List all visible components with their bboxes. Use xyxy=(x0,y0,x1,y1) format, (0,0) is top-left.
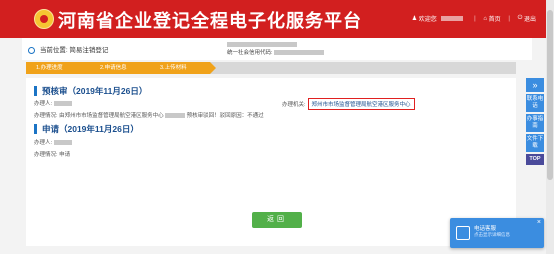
breadcrumb-text: 当前位置: 简易注销登记 xyxy=(39,47,109,54)
office-name-highlight: 郑州市市场监督管理局航空港区服务中心 xyxy=(307,98,415,110)
close-icon[interactable]: × xyxy=(537,219,541,226)
section-precheck-title: 预核审（2019年11月26日） xyxy=(34,86,147,96)
emblem-logo-icon xyxy=(34,9,54,29)
step-bar: 1.办理进度 2.申请信息 3.上传材料 xyxy=(26,62,516,74)
power-icon[interactable]: ⏻ xyxy=(518,15,523,22)
handler-masked xyxy=(53,101,72,107)
section-apply-title: 申请（2019年11月26日） xyxy=(34,124,139,134)
step-application-info[interactable]: 2.申请信息 xyxy=(86,62,158,74)
step-progress[interactable]: 1.办理进度 xyxy=(26,62,94,74)
section-apply-status: 办理情况: 申请 xyxy=(34,152,71,158)
breadcrumb: 当前位置: 简易注销登记 xyxy=(28,44,108,54)
officer-masked xyxy=(165,113,186,119)
office-info: 办理机关: 郑州市市场监督管理局航空港区服务中心 xyxy=(282,98,415,110)
handler-masked xyxy=(53,140,72,146)
progress-card: 预核审（2019年11月26日） 办理人: 办理机关: 郑州市市场监督管理局航空港… xyxy=(26,78,516,246)
welcome-text: 欢迎您 xyxy=(418,17,437,23)
section-apply-handler: 办理人: xyxy=(34,138,72,146)
section-precheck-status: 办理情况: 由郑州市市场监督管理局航空港区服务中心 预核审驳回！驳回原因：不通过 xyxy=(34,113,264,119)
credit-code-label: 统一社会信用代码: xyxy=(227,50,273,56)
page-scrollbar[interactable] xyxy=(546,0,554,254)
logout-link[interactable]: 退出 xyxy=(524,14,536,23)
user-icon: ♟ xyxy=(411,16,418,22)
popup-title: 电话客服 xyxy=(474,226,497,232)
header: 河南省企业登记全程电子化服务平台 ♟ 欢迎您 | ⌂ 首页 | ⏻ 退出 xyxy=(0,0,554,38)
return-button[interactable]: 返回 xyxy=(252,212,302,228)
guide-button[interactable]: 办事指南 xyxy=(526,114,544,132)
credit-code-masked xyxy=(274,50,325,56)
file-download-button[interactable]: 文件下载 xyxy=(526,134,544,152)
home-link[interactable]: 首页 xyxy=(489,14,501,23)
company-info: 统一社会信用代码: xyxy=(227,41,325,57)
username-masked xyxy=(441,16,464,21)
scrollbar-thumb[interactable] xyxy=(547,10,553,180)
section-precheck-handler: 办理人: xyxy=(34,99,72,107)
location-bar: 当前位置: 简易注销登记 统一社会信用代码: xyxy=(22,38,532,60)
home-icon[interactable]: ⌂ xyxy=(483,16,487,22)
location-pin-icon xyxy=(28,46,35,54)
step-upload-materials[interactable]: 3.上传材料 xyxy=(146,62,216,74)
contact-phone-button[interactable]: 联系电话 xyxy=(526,94,544,112)
phone-icon xyxy=(456,226,470,240)
right-float-bar: » 联系电话 办事指南 文件下载 TOP xyxy=(526,78,544,167)
top-nav: ♟ 欢迎您 | ⌂ 首页 | ⏻ 退出 xyxy=(411,14,536,23)
back-to-top-button[interactable]: TOP xyxy=(526,154,544,165)
phone-service-popup[interactable]: 电话客服 点击显示详细信息 × xyxy=(450,218,544,248)
company-name-masked xyxy=(227,42,297,48)
site-title: 河南省企业登记全程电子化服务平台 xyxy=(58,11,362,31)
double-chevron-icon[interactable]: » xyxy=(526,78,544,92)
popup-subtitle: 点击显示详细信息 xyxy=(474,232,510,237)
